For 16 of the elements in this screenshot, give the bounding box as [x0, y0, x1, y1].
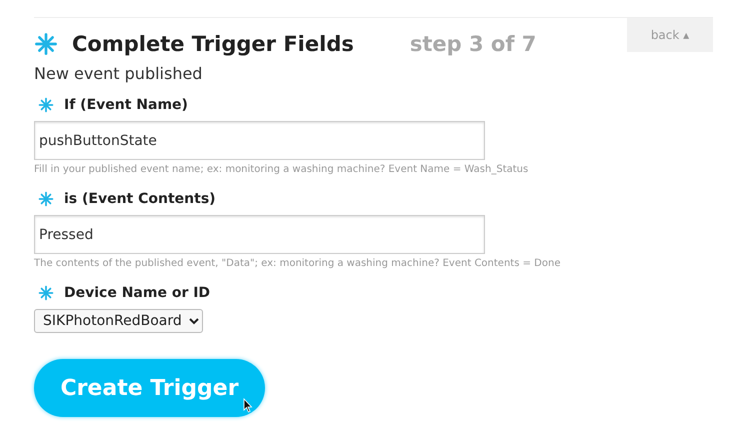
step-indicator: step 3 of 7	[410, 32, 536, 56]
asterisk-icon	[38, 97, 54, 113]
asterisk-icon	[38, 191, 54, 207]
field-hint: The contents of the published event, "Data"; ex: monitoring a washing machine? Event Contents = Done	[34, 258, 562, 269]
cursor-icon	[243, 398, 253, 413]
page-title: Complete Trigger Fields	[72, 32, 354, 56]
field-hint: Fill in your published event name; ex: monitoring a washing machine? Event Name = Wash_Status	[34, 164, 530, 175]
subtitle: New event published	[34, 64, 204, 83]
device-select[interactable]: SIKPhotonRedBoard	[34, 309, 203, 333]
field-label: If (Event Name)	[64, 97, 188, 113]
field-label: is (Event Contents)	[64, 191, 216, 207]
asterisk-icon	[38, 285, 54, 301]
text-field[interactable]: pushButtonState	[34, 121, 485, 160]
asterisk-icon	[34, 32, 58, 56]
field-label: Device Name or ID	[64, 285, 210, 301]
text-field[interactable]: Pressed	[34, 215, 485, 254]
